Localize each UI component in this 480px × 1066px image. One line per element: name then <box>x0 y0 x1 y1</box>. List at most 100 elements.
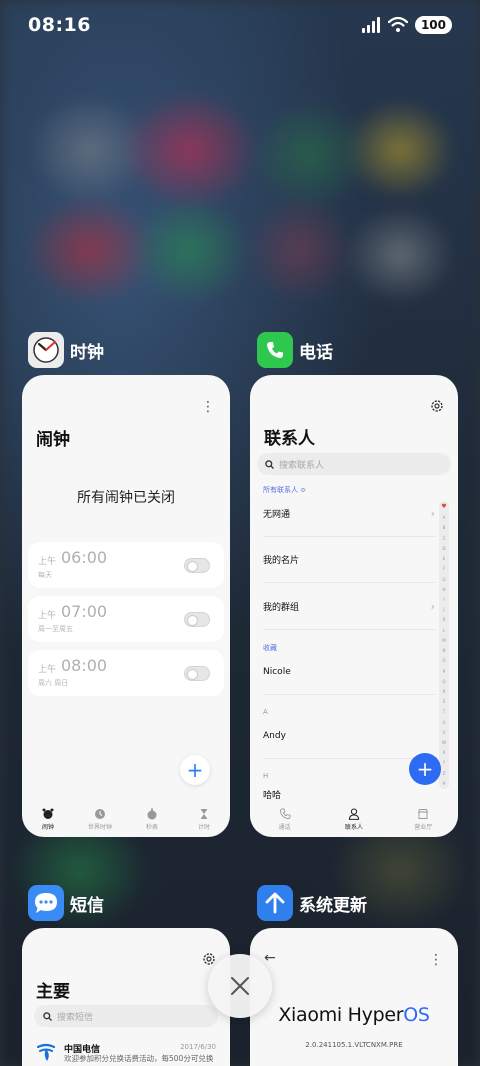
more-options-icon[interactable]: ⋮ <box>429 952 443 968</box>
nav-label: 营业厅 <box>414 824 433 831</box>
status-bar: 08:16 100 <box>0 0 480 50</box>
chevron-right-icon: › <box>430 507 435 520</box>
app-name-update: 系统更新 <box>299 895 367 916</box>
index-letter[interactable]: E <box>443 557 446 561</box>
wifi-icon <box>387 17 408 32</box>
index-letter[interactable]: O <box>442 659 445 663</box>
alarm-time: 07:00 <box>61 602 108 621</box>
system-update-app-card[interactable]: ← ⋮ Xiaomi HyperOS 2.0.241105.1.VLTCNXM.… <box>250 928 458 1066</box>
index-letter[interactable]: F <box>443 567 445 571</box>
more-options-icon[interactable]: ⋮ <box>201 399 215 415</box>
alarm-repeat: 每天 <box>38 571 52 579</box>
sms-search-input[interactable]: 搜索短信 <box>34 1005 218 1027</box>
alphabet-index[interactable]: ♥ A B C D E F G H I J K L M N O P Q R S T U V W X Y Z # <box>439 501 449 789</box>
nav-timer[interactable]: 计时 <box>179 808 229 831</box>
index-letter[interactable]: Q <box>442 679 445 684</box>
alarm-time: 06:00 <box>61 548 108 567</box>
contact-row[interactable]: 无网通 › <box>263 491 435 537</box>
alarm-clock-icon <box>42 808 54 819</box>
contact-row-label: 无网通 <box>263 510 291 520</box>
contact-row[interactable]: 我的群组 › <box>263 584 435 630</box>
alarm-ampm: 上午 <box>38 557 57 567</box>
index-letter[interactable]: H <box>442 587 445 592</box>
back-arrow-icon[interactable]: ← <box>264 950 276 966</box>
status-indicators: 100 <box>361 16 452 34</box>
add-alarm-button[interactable]: + <box>180 755 210 785</box>
index-letter[interactable]: U <box>443 720 446 725</box>
contact-row-label: 我的群组 <box>263 603 300 613</box>
alarm-repeat: 周六 周日 <box>38 679 69 687</box>
contacts-search-input[interactable]: 搜索联系人 <box>257 453 451 475</box>
index-letter[interactable]: Y <box>443 761 445 765</box>
app-label-sms[interactable]: 短信 <box>28 885 104 921</box>
brand-suffix: OS <box>403 1004 430 1026</box>
index-letter[interactable]: I <box>443 597 444 602</box>
contact-row[interactable]: 我的名片 <box>263 537 435 583</box>
index-letter[interactable]: N <box>443 649 446 653</box>
favorites-heart-icon[interactable]: ♥ <box>441 504 446 510</box>
index-letter[interactable]: W <box>442 741 446 745</box>
brand-prefix: Xiaomi Hyper <box>278 1004 404 1026</box>
nav-contacts[interactable]: 联系人 <box>329 808 379 831</box>
phone-app-card[interactable]: 联系人 搜索联系人 所有联系人 ≎ 无网通 › 我的名片 我的群组 › 收藏 N… <box>250 375 458 837</box>
index-letter[interactable]: P <box>443 669 445 674</box>
alarm-toggle[interactable] <box>184 666 210 681</box>
app-label-update[interactable]: 系统更新 <box>257 885 367 921</box>
alarm-repeat: 周一至周五 <box>38 625 73 633</box>
alarm-toggle[interactable] <box>184 612 210 627</box>
nav-stopwatch[interactable]: 秒表 <box>127 808 177 831</box>
index-letter[interactable]: G <box>442 577 445 582</box>
sms-screen-title: 主要 <box>36 982 70 1002</box>
contact-row-label: 我的名片 <box>263 556 300 566</box>
alarm-item[interactable]: 上午 06:00 每天 <box>28 542 224 588</box>
alarm-item[interactable]: 上午 08:00 周六 周日 <box>28 650 224 696</box>
person-icon <box>348 808 360 820</box>
index-letter[interactable]: C <box>443 536 446 541</box>
alarm-toggle[interactable] <box>184 558 210 573</box>
alarm-ampm: 上午 <box>38 665 57 675</box>
contact-name: Andy <box>263 730 286 741</box>
index-letter[interactable]: K <box>443 618 446 622</box>
phone-icon <box>279 808 291 820</box>
status-time: 08:16 <box>28 14 91 36</box>
contact-name[interactable]: 哈哈 <box>263 788 281 801</box>
search-icon <box>43 1011 52 1021</box>
index-letter[interactable]: D <box>442 546 445 551</box>
index-letter[interactable]: J <box>443 608 444 612</box>
index-letter[interactable]: A <box>443 516 446 520</box>
index-letter[interactable]: S <box>443 700 446 704</box>
alarm-ampm: 上午 <box>38 611 57 621</box>
index-letter[interactable]: Z <box>443 771 446 776</box>
nav-world-clock[interactable]: 世界时钟 <box>75 808 125 831</box>
sms-app-card[interactable]: 主要 搜索短信 中国电信 2017/6/30 欢迎参加积分兑换话费活动，每500… <box>22 928 230 1066</box>
phone-app-icon <box>257 332 293 368</box>
index-letter[interactable]: B <box>443 526 446 530</box>
index-letter[interactable]: L <box>443 628 445 633</box>
add-contact-button[interactable]: + <box>409 753 441 785</box>
nav-calls[interactable]: 通话 <box>260 808 310 831</box>
index-letter[interactable]: M <box>442 638 445 643</box>
clock-app-card[interactable]: ⋮ 闹钟 所有闹钟已关闭 上午 06:00 每天 上午 07:00 周一至周五 … <box>22 375 230 837</box>
clear-all-button[interactable] <box>208 954 272 1018</box>
contact-row[interactable]: Nicole <box>263 649 435 695</box>
app-label-clock[interactable]: 时钟 <box>28 332 104 368</box>
contact-row[interactable]: Andy <box>263 713 435 759</box>
clock-app-icon <box>28 332 64 368</box>
index-letter[interactable]: T <box>443 710 445 714</box>
store-icon <box>418 809 429 819</box>
index-letter[interactable]: R <box>443 689 446 694</box>
index-letter[interactable]: V <box>443 730 446 735</box>
stopwatch-icon <box>147 808 157 820</box>
settings-gear-icon[interactable] <box>430 399 444 413</box>
system-update-app-icon <box>257 885 293 921</box>
index-letter[interactable]: X <box>443 751 446 755</box>
close-icon <box>231 977 249 995</box>
nav-alarm[interactable]: 闹钟 <box>23 808 73 831</box>
index-letter[interactable]: # <box>442 781 445 786</box>
nav-service-hall[interactable]: 营业厅 <box>398 808 448 831</box>
os-version: 2.0.241105.1.VLTCNXM.PRE <box>305 1041 403 1049</box>
alarm-item[interactable]: 上午 07:00 周一至周五 <box>28 596 224 642</box>
settings-gear-icon[interactable] <box>202 952 216 966</box>
clock-empty-message: 所有闹钟已关闭 <box>77 490 175 506</box>
app-label-phone[interactable]: 电话 <box>257 332 333 368</box>
